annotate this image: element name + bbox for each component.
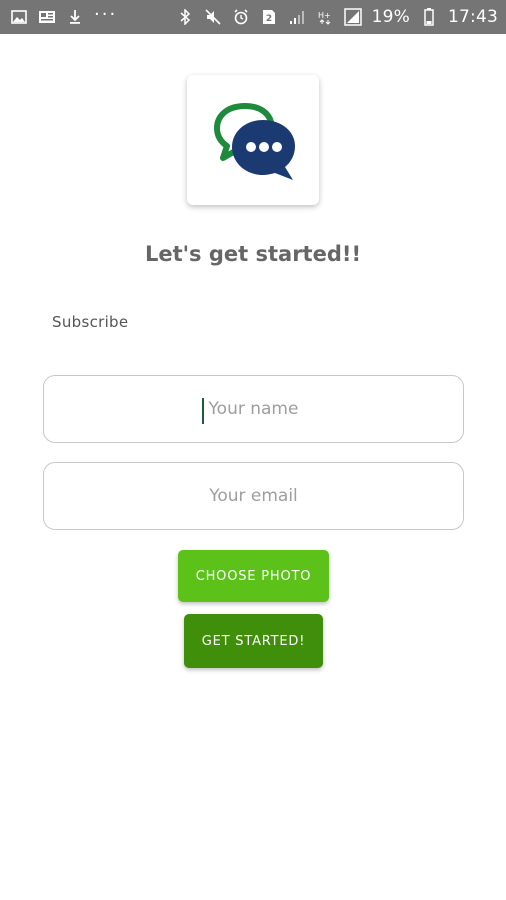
get-started-button[interactable]: GET STARTED! bbox=[184, 614, 323, 668]
bluetooth-icon bbox=[176, 8, 194, 26]
name-field[interactable] bbox=[43, 375, 464, 443]
alarm-icon bbox=[232, 8, 250, 26]
email-field[interactable] bbox=[43, 462, 464, 530]
status-right-icons: 2 H+ 19% 17:43 bbox=[176, 7, 498, 27]
clock: 17:43 bbox=[448, 7, 498, 27]
subscribe-label: Subscribe bbox=[52, 313, 129, 331]
more-dots-icon: ··· bbox=[94, 3, 118, 25]
battery-percent: 19% bbox=[371, 7, 410, 27]
choose-photo-button[interactable]: CHOOSE PHOTO bbox=[178, 550, 329, 602]
data-icon: H+ bbox=[316, 8, 334, 26]
name-input[interactable] bbox=[44, 398, 463, 420]
email-input[interactable] bbox=[44, 485, 463, 507]
sim-2-icon: 2 bbox=[260, 8, 278, 26]
text-caret bbox=[202, 398, 204, 424]
signal-icon-2 bbox=[343, 8, 362, 26]
status-bar: ··· 2 H+ 19% 17:43 bbox=[0, 0, 506, 34]
mute-icon bbox=[204, 8, 222, 26]
signal-icon bbox=[288, 8, 306, 26]
app-logo-card bbox=[187, 75, 319, 205]
page-title: Let's get started!! bbox=[144, 242, 362, 266]
download-icon bbox=[66, 8, 84, 26]
battery-icon bbox=[420, 8, 438, 26]
photo-icon bbox=[38, 8, 56, 26]
network-label: H+ bbox=[318, 11, 331, 20]
chat-bubbles-icon bbox=[214, 103, 295, 180]
gallery-icon bbox=[10, 8, 28, 26]
sim-badge: 2 bbox=[265, 14, 271, 24]
status-left-icons: ··· bbox=[10, 4, 117, 26]
